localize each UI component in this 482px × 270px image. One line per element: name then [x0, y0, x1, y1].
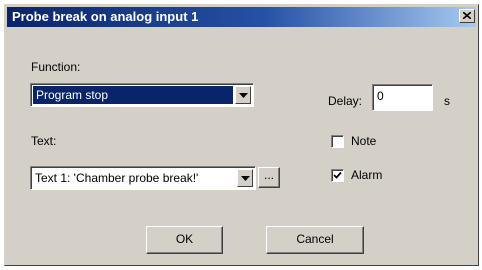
alarm-checkbox[interactable]: [331, 169, 344, 182]
dialog-window: Probe break on analog input 1 Function: …: [4, 4, 479, 266]
text-select[interactable]: Text 1: 'Chamber probe break!': [30, 166, 256, 190]
title-bar[interactable]: Probe break on analog input 1: [7, 7, 476, 27]
function-selected-value: Program stop: [33, 86, 233, 104]
delay-unit: s: [444, 94, 450, 108]
function-dropdown-button[interactable]: [235, 86, 251, 104]
window-title: Probe break on analog input 1: [12, 9, 199, 24]
close-button[interactable]: [459, 9, 475, 23]
delay-input[interactable]: 0: [372, 84, 433, 111]
chevron-down-icon: [241, 176, 250, 181]
text-label: Text:: [31, 134, 57, 148]
function-label: Function:: [31, 60, 81, 74]
note-label[interactable]: Note: [351, 134, 376, 148]
note-checkbox[interactable]: [331, 135, 344, 148]
chevron-down-icon: [239, 93, 248, 98]
delay-label: Delay:: [328, 94, 363, 108]
text-selected-value: Text 1: 'Chamber probe break!': [35, 171, 199, 185]
text-dropdown-button[interactable]: [237, 169, 253, 187]
delay-value: 0: [377, 89, 384, 103]
close-icon: [463, 12, 471, 19]
checkmark-icon: [333, 171, 342, 179]
cancel-button[interactable]: Cancel: [266, 226, 364, 254]
function-select[interactable]: Program stop: [30, 83, 254, 107]
alarm-label[interactable]: Alarm: [351, 168, 382, 182]
text-browse-button[interactable]: ...: [258, 167, 280, 188]
ok-button[interactable]: OK: [146, 226, 223, 254]
